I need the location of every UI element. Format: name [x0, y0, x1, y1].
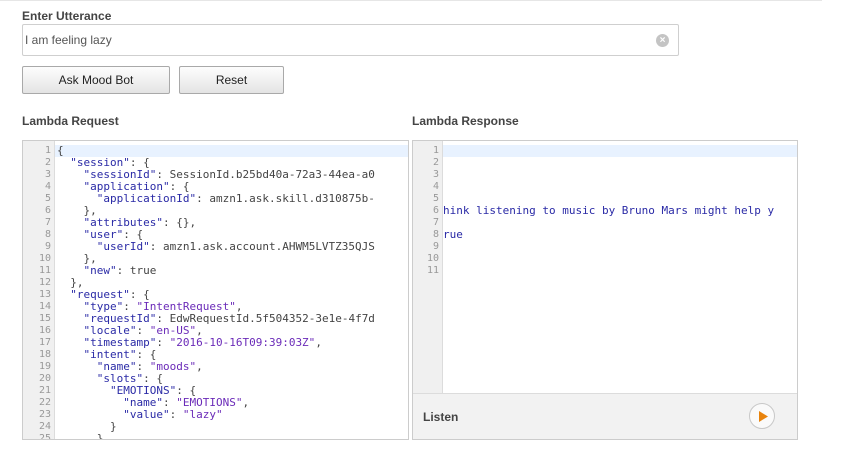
line-number: 16 — [38, 325, 51, 336]
line-number: 17 — [38, 337, 51, 348]
utterance-label: Enter Utterance — [22, 9, 112, 23]
line-number: 11 — [426, 265, 439, 276]
line-number: 25 — [38, 433, 51, 440]
top-divider — [0, 0, 822, 1]
code-line: 3 — [413, 169, 797, 181]
code-line: 4 — [413, 181, 797, 193]
line-number: 11 — [38, 265, 51, 276]
lambda-request-editor[interactable]: 1{2 "session": {3 "sessionId": SessionId… — [22, 140, 409, 440]
line-number: 18 — [38, 349, 51, 360]
listen-label: Listen — [423, 410, 459, 424]
line-number: 9 — [44, 241, 51, 252]
utterance-field[interactable]: × — [22, 24, 679, 56]
lambda-response-label: Lambda Response — [412, 114, 519, 128]
code-text: "userId": amzn1.ask.account.AHWM5LVTZ35Q… — [96, 240, 375, 253]
line-number: 7 — [44, 217, 51, 228]
line-number: 15 — [38, 313, 51, 324]
reset-button[interactable]: Reset — [179, 66, 284, 94]
lambda-response-editor[interactable]: Listen 1 2 3 4 5 6 hink listening to music by … — [412, 140, 798, 440]
line-number: 6 — [44, 205, 51, 216]
code-text: rue — [443, 228, 463, 241]
utterance-input[interactable] — [24, 26, 645, 54]
line-number: 8 — [44, 229, 51, 240]
line-number: 10 — [426, 253, 439, 264]
code-line: 11 — [413, 265, 797, 277]
line-number: 12 — [38, 277, 51, 288]
line-number: 5 — [432, 193, 439, 204]
code-line: 1 — [413, 145, 797, 157]
line-number: 4 — [44, 181, 51, 192]
code-line: 8 rue — [413, 229, 797, 241]
clear-icon[interactable]: × — [656, 34, 669, 47]
line-number: 13 — [38, 289, 51, 300]
code-text: "applicationId": amzn1.ask.skill.d310875… — [96, 192, 375, 205]
line-number: 8 — [432, 229, 439, 240]
line-number: 2 — [432, 157, 439, 168]
line-number: 7 — [432, 217, 439, 228]
line-number: 3 — [432, 169, 439, 180]
line-number: 1 — [432, 145, 439, 156]
code-line: 7 — [413, 217, 797, 229]
ask-mood-bot-button[interactable]: Ask Mood Bot — [22, 66, 170, 94]
code-line: 10 — [413, 253, 797, 265]
line-number: 6 — [432, 205, 439, 216]
line-number: 22 — [38, 397, 51, 408]
code-line: 25 } — [23, 433, 408, 440]
line-number: 9 — [432, 241, 439, 252]
code-text: } — [57, 432, 104, 440]
line-number: 5 — [44, 193, 51, 204]
line-number: 23 — [38, 409, 51, 420]
line-number: 21 — [38, 385, 51, 396]
code-line: 6 hink listening to music by Bruno Mars m… — [413, 205, 797, 217]
code-text: hink listening to music by Bruno Mars mi… — [443, 204, 775, 217]
line-number: 24 — [38, 421, 51, 432]
line-number: 20 — [38, 373, 51, 384]
listen-bar: Listen — [413, 393, 797, 439]
line-number: 1 — [44, 145, 51, 156]
line-number: 14 — [38, 301, 51, 312]
line-number: 2 — [44, 157, 51, 168]
play-icon — [759, 411, 768, 422]
line-number: 3 — [44, 169, 51, 180]
play-button[interactable] — [749, 403, 775, 429]
code-line: 9 — [413, 241, 797, 253]
line-number: 4 — [432, 181, 439, 192]
line-number: 19 — [38, 361, 51, 372]
lambda-request-label: Lambda Request — [22, 114, 119, 128]
line-number: 10 — [38, 253, 51, 264]
code-line: 2 — [413, 157, 797, 169]
